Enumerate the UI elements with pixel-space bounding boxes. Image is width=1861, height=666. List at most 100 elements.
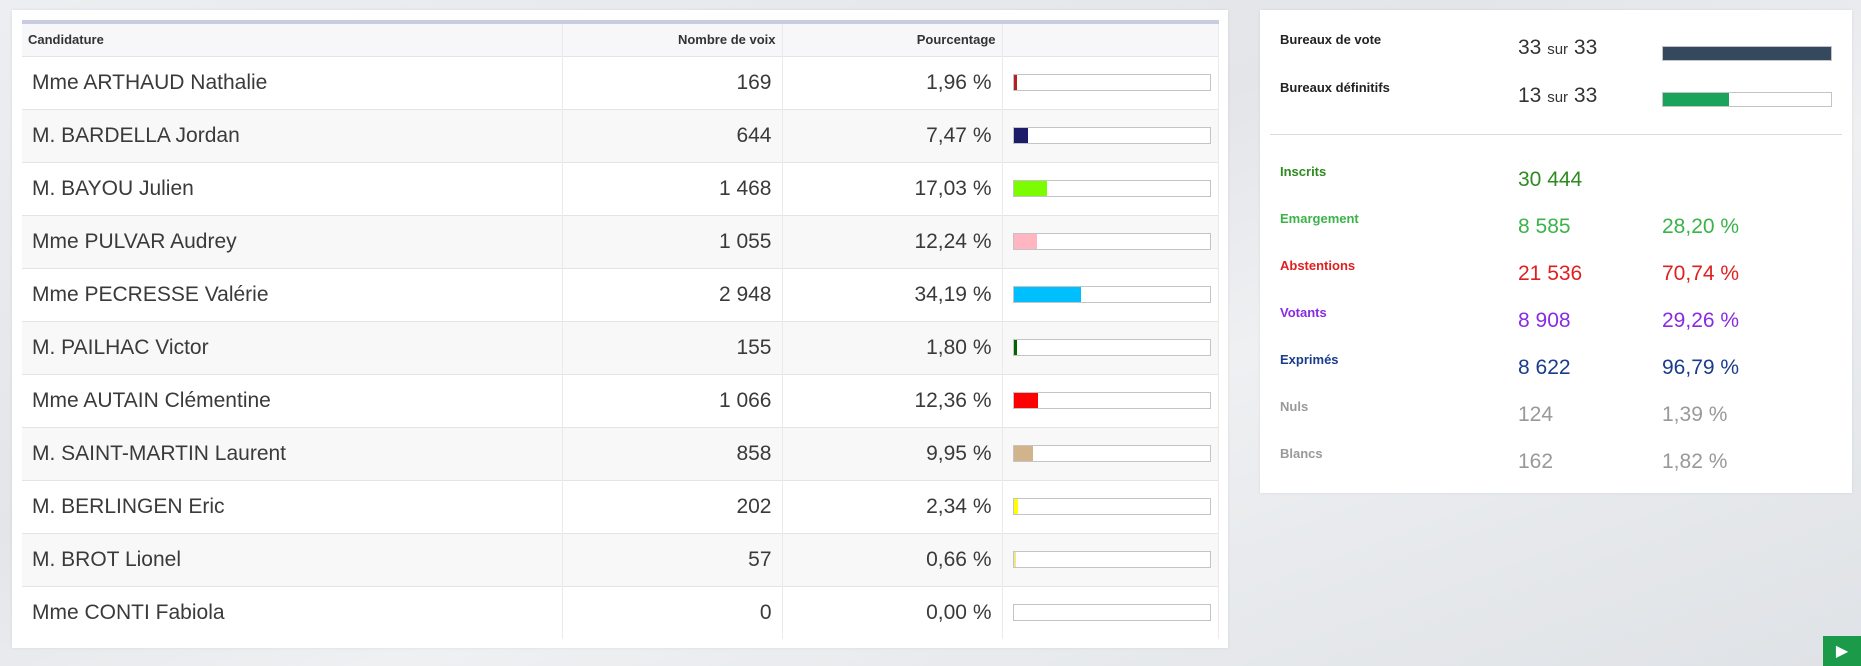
stat-value: 162 (1518, 450, 1554, 473)
candidate-bar (1012, 180, 1211, 197)
candidate-bar-fill (1013, 446, 1033, 461)
candidate-percentage: 34,19 % (782, 268, 1003, 321)
candidate-bar (1012, 286, 1211, 303)
candidate-votes: 644 (562, 109, 783, 162)
candidate-name: Mme ARTHAUD Nathalie (22, 56, 563, 109)
bureaux-definitifs-bar (1662, 92, 1832, 107)
results-table: Candidature Nombre de voix Pourcentage M… (22, 20, 1219, 639)
candidate-bar-cell (1002, 427, 1219, 480)
candidate-percentage: 12,36 % (782, 374, 1003, 427)
play-button[interactable]: ▶ (1823, 636, 1861, 666)
table-row: Mme CONTI Fabiola 0 0,00 % (22, 586, 1219, 639)
candidate-bar-cell (1002, 56, 1219, 109)
candidate-bar (1012, 604, 1211, 622)
stat-percentage: 29,26 % (1662, 309, 1740, 332)
stat-row-abstentions: Abstentions 21 536 70,74 % (1280, 254, 1840, 294)
candidate-bar-fill (1013, 128, 1029, 143)
candidate-bar-cell (1002, 321, 1219, 374)
bureaux-definitifs-bar-fill (1663, 93, 1730, 106)
candidate-percentage: 7,47 % (782, 109, 1003, 162)
candidate-bar (1012, 74, 1211, 91)
candidate-votes: 1 468 (562, 162, 783, 215)
bureaux-vote-value: 33 sur 33 (1518, 36, 1597, 60)
candidate-name: M. BERLINGEN Eric (22, 480, 563, 533)
stat-value: 21 536 (1518, 262, 1583, 285)
stat-percentage: 1,82 % (1662, 450, 1728, 473)
candidate-bar-fill (1013, 340, 1018, 355)
stat-row-emargement: Emargement 8 585 28,20 % (1280, 207, 1840, 247)
summary-panel: Bureaux de vote 33 sur 33 Bureaux défini… (1260, 10, 1852, 493)
candidate-votes: 858 (562, 427, 783, 480)
candidate-votes: 0 (562, 586, 783, 639)
stat-row-exprimés: Exprimés 8 622 96,79 % (1280, 348, 1840, 388)
candidate-name: M. SAINT-MARTIN Laurent (22, 427, 563, 480)
header-percentage: Pourcentage (782, 22, 1003, 56)
stat-value: 8 585 (1518, 215, 1571, 238)
table-row: Mme PULVAR Audrey 1 055 12,24 % (22, 215, 1219, 268)
candidate-bar-fill (1013, 552, 1016, 567)
candidate-percentage: 1,96 % (782, 56, 1003, 109)
table-header-row: Candidature Nombre de voix Pourcentage (22, 22, 1219, 56)
bureaux-vote-label: Bureaux de vote (1280, 32, 1382, 47)
candidate-bar-cell (1002, 480, 1219, 533)
candidate-bar (1012, 339, 1211, 356)
stat-label: Abstentions (1280, 258, 1356, 273)
stat-row-inscrits: Inscrits 30 444 (1280, 160, 1840, 200)
bureaux-vote-total: 33 (1573, 36, 1598, 59)
bureaux-definitifs-sur: sur (1547, 89, 1569, 106)
candidate-name: M. BARDELLA Jordan (22, 109, 563, 162)
summary-divider (1270, 134, 1842, 135)
table-row: M. PAILHAC Victor 155 1,80 % (22, 321, 1219, 374)
stat-label: Exprimés (1280, 352, 1339, 367)
candidate-bar-cell (1002, 162, 1219, 215)
bureaux-definitifs-label: Bureaux définitifs (1280, 80, 1390, 95)
candidate-percentage: 9,95 % (782, 427, 1003, 480)
stat-value: 8 622 (1518, 356, 1571, 379)
stat-percentage: 70,74 % (1662, 262, 1740, 285)
candidate-bar-fill (1013, 75, 1018, 90)
candidate-bar (1012, 551, 1211, 568)
candidate-percentage: 17,03 % (782, 162, 1003, 215)
stat-percentage: 1,39 % (1662, 403, 1728, 426)
candidate-bar-fill (1013, 234, 1038, 249)
stat-value: 8 908 (1518, 309, 1571, 332)
candidate-name: Mme PULVAR Audrey (22, 215, 563, 268)
stat-label: Nuls (1280, 399, 1309, 414)
candidate-percentage: 1,80 % (782, 321, 1003, 374)
table-row: M. BARDELLA Jordan 644 7,47 % (22, 109, 1219, 162)
candidate-bar-fill (1013, 181, 1047, 196)
candidate-bar-cell (1002, 586, 1219, 639)
candidate-bar (1012, 233, 1211, 250)
candidate-votes: 57 (562, 533, 783, 586)
candidate-bar-fill (1013, 393, 1038, 408)
candidate-votes: 169 (562, 56, 783, 109)
candidate-votes: 202 (562, 480, 783, 533)
candidate-bar-cell (1002, 268, 1219, 321)
candidate-percentage: 0,00 % (782, 586, 1003, 639)
candidate-bar (1012, 127, 1211, 144)
candidate-bar-fill (1013, 287, 1081, 302)
table-row: M. BAYOU Julien 1 468 17,03 % (22, 162, 1219, 215)
candidate-name: M. BROT Lionel (22, 533, 563, 586)
stat-percentage: 28,20 % (1662, 215, 1740, 238)
candidate-percentage: 0,66 % (782, 533, 1003, 586)
candidate-name: M. PAILHAC Victor (22, 321, 563, 374)
header-bar (1002, 22, 1219, 56)
stat-label: Blancs (1280, 446, 1323, 461)
table-row: Mme PECRESSE Valérie 2 948 34,19 % (22, 268, 1219, 321)
candidate-bar (1012, 445, 1211, 462)
stat-label: Votants (1280, 305, 1327, 320)
candidate-votes: 155 (562, 321, 783, 374)
bureaux-definitifs-count: 13 (1518, 84, 1542, 107)
candidate-bar-cell (1002, 533, 1219, 586)
candidate-percentage: 2,34 % (782, 480, 1003, 533)
table-row: Mme ARTHAUD Nathalie 169 1,96 % (22, 56, 1219, 109)
candidate-bar-cell (1002, 109, 1219, 162)
candidate-bar-cell (1002, 374, 1219, 427)
candidate-percentage: 12,24 % (782, 215, 1003, 268)
stat-label: Inscrits (1280, 164, 1327, 179)
candidate-bar-fill (1013, 499, 1019, 514)
bureaux-definitifs-value: 13 sur 33 (1518, 84, 1597, 108)
candidate-votes: 1 066 (562, 374, 783, 427)
stat-row-blancs: Blancs 162 1,82 % (1280, 442, 1840, 482)
